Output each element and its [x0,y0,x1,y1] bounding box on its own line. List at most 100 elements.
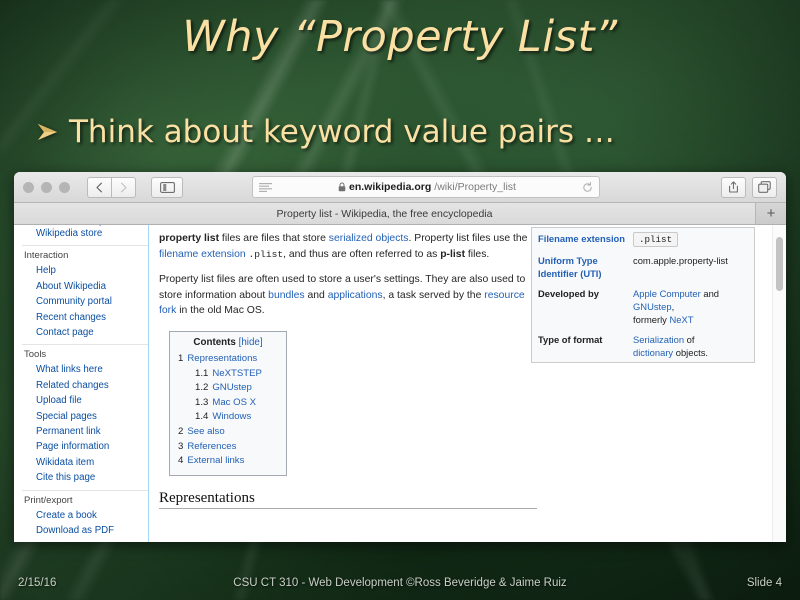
toc-item-label[interactable]: GNUstep [212,382,251,393]
article-paragraph-2: Property list files are often used to st… [159,272,537,319]
link-applications[interactable]: applications [328,290,383,301]
page-title: Why “Property List” [182,12,618,62]
sidebar-link-related-changes[interactable]: Related changes [22,378,148,393]
toc-item-number: 1 [178,352,184,364]
toc-item-label[interactable]: References [187,441,236,452]
toc-item-label[interactable]: Windows [212,411,251,422]
infobox-label[interactable]: Uniform Type Identifier (UTI) [532,251,631,283]
sidebar-link-community-portal[interactable]: Community portal [22,294,148,309]
link-bundles[interactable]: bundles [268,290,304,301]
sidebar-toggle-button[interactable] [151,176,183,198]
toc-item-label[interactable]: External links [187,455,244,466]
close-window-button[interactable] [23,181,34,193]
url-path: /wiki/Property_list [434,181,516,193]
link-apple-computer[interactable]: Apple Computer [633,288,701,299]
sidebar-link-contact-page[interactable]: Contact page [22,325,148,340]
link-serialized-objects[interactable]: serialized objects [329,233,409,244]
footer-slide-number: Slide 4 [746,577,782,589]
reload-icon[interactable] [582,181,593,193]
plist-code: .plist [248,248,284,260]
sidebar-link-upload-file[interactable]: Upload file [22,393,148,408]
toc-item-number: 2 [178,425,184,437]
sidebar-link-wikipedia-store[interactable]: Wikipedia store [22,226,148,241]
scrollbar-thumb[interactable] [776,237,783,291]
share-button[interactable] [721,176,746,198]
link-filename-extension[interactable]: filename extension [159,249,246,260]
link-serialization[interactable]: Serialization [633,334,684,345]
toc-item-number: 1.1 [195,367,209,379]
minimize-window-button[interactable] [41,181,52,193]
infobox-row: Uniform Type Identifier (UTI) com.apple.… [532,250,754,283]
sidebar-link-about-wikipedia[interactable]: About Wikipedia [22,279,148,294]
sidebar-link-download-as-pdf[interactable]: Download as PDF [22,523,148,538]
toc-item[interactable]: 1.4 Windows [178,410,278,425]
para-text: . Property list files use the [408,233,528,244]
toc-item-number: 1.2 [195,382,209,394]
sidebar-link-create-a-book[interactable]: Create a book [22,508,148,523]
reader-view-icon[interactable] [259,182,272,192]
sidebar-section-heading: Tools [22,344,148,362]
browser-tabbar[interactable]: Property list - Wikipedia, the free ency… [14,203,786,225]
toc-item[interactable]: 4 External links [178,454,278,469]
lead-term: property list [159,233,220,244]
sidebar-link-help[interactable]: Help [22,263,148,278]
infobox-row: Developed by Apple Computer and GNUstep,… [532,283,754,329]
toc-item-label[interactable]: Mac OS X [212,397,256,408]
section-heading-representations: Representations [159,490,537,509]
toolbar-right-buttons[interactable] [721,176,777,198]
sidebar-section-heading: Interaction [22,245,148,263]
address-bar[interactable]: en.wikipedia.org/wiki/Property_list [252,176,600,198]
toc-item-label[interactable]: NeXTSTEP [212,368,262,379]
back-button[interactable] [87,176,111,198]
toc-item[interactable]: 1 Representations [178,352,278,367]
toc-item-label[interactable]: Representations [187,353,257,364]
infobox-value: .plist [631,229,754,250]
bullet-text: Think about keyword value pairs … [69,114,615,150]
infobox-label[interactable]: Filename extension [532,229,631,250]
toc-item[interactable]: 1.3 Mac OS X [178,396,278,411]
share-icon [729,181,738,193]
toc-item-label[interactable]: See also [187,426,224,437]
tab-property-list[interactable]: Property list - Wikipedia, the free ency… [14,203,756,224]
address-text[interactable]: en.wikipedia.org/wiki/Property_list [272,181,582,193]
toc-item[interactable]: 3 References [178,440,278,455]
link-next[interactable]: NeXT [669,314,693,325]
sidebar-section-heading: Print/export [22,489,148,508]
arrow-bullet-icon [38,124,57,140]
infobox-label: Developed by [538,288,599,299]
sidebar-link-what-links-here[interactable]: What links here [22,362,148,377]
para-text: in the old Mac OS. [176,305,265,317]
toc-item[interactable]: 1.1 NeXTSTEP [178,367,278,382]
sidebar-panel-icon [159,181,175,193]
toc-item[interactable]: 2 See also [178,425,278,440]
sidebar-link-donate-to-wikipedia[interactable]: Donate to Wikipedia [22,225,148,226]
sidebar-link-recent-changes[interactable]: Recent changes [22,310,148,325]
toc-title-label: Contents [193,336,236,348]
toc-hide-toggle[interactable]: [hide] [239,337,263,348]
sidebar-link-cite-this-page[interactable]: Cite this page [22,470,148,485]
show-all-tabs-button[interactable] [752,176,777,198]
zoom-window-button[interactable] [59,181,70,193]
toc-item[interactable]: 1.2 GNUstep [178,381,278,396]
link-dictionary[interactable]: dictionary [633,347,673,358]
navigation-buttons[interactable] [87,176,136,198]
window-traffic-lights[interactable] [23,181,70,193]
infobox-value: com.apple.property-list [633,255,728,266]
forward-button[interactable] [111,176,136,198]
new-tab-button[interactable]: + [756,203,786,224]
para-text: , a task served by the [382,289,485,301]
page-scrollbar[interactable] [772,225,786,542]
chevron-left-icon [96,182,102,192]
toc-items[interactable]: 1 Representations 1.1 NeXTSTEP 1.2 GNUstep 1.3… [178,352,278,469]
para-text: files. [465,248,490,260]
sidebar-link-permanent-link[interactable]: Permanent link [22,424,148,439]
sidebar-link-special-pages[interactable]: Special pages [22,409,148,424]
para-text: and [304,289,328,301]
slide-footer: 2/15/16 CSU CT 310 - Web Development ©Ro… [0,566,800,600]
browser-window[interactable]: en.wikipedia.org/wiki/Property_list Prop… [14,172,786,542]
link-gnustep[interactable]: GNUstep [633,301,672,312]
sidebar-link-page-information[interactable]: Page information [22,439,148,454]
infobox-row: Type of format Serialization of dictiona… [532,329,754,362]
sidebar-link-wikidata-item[interactable]: Wikidata item [22,455,148,470]
wikipedia-sidebar[interactable]: Donate to WikipediaWikipedia store Intera… [14,225,149,542]
